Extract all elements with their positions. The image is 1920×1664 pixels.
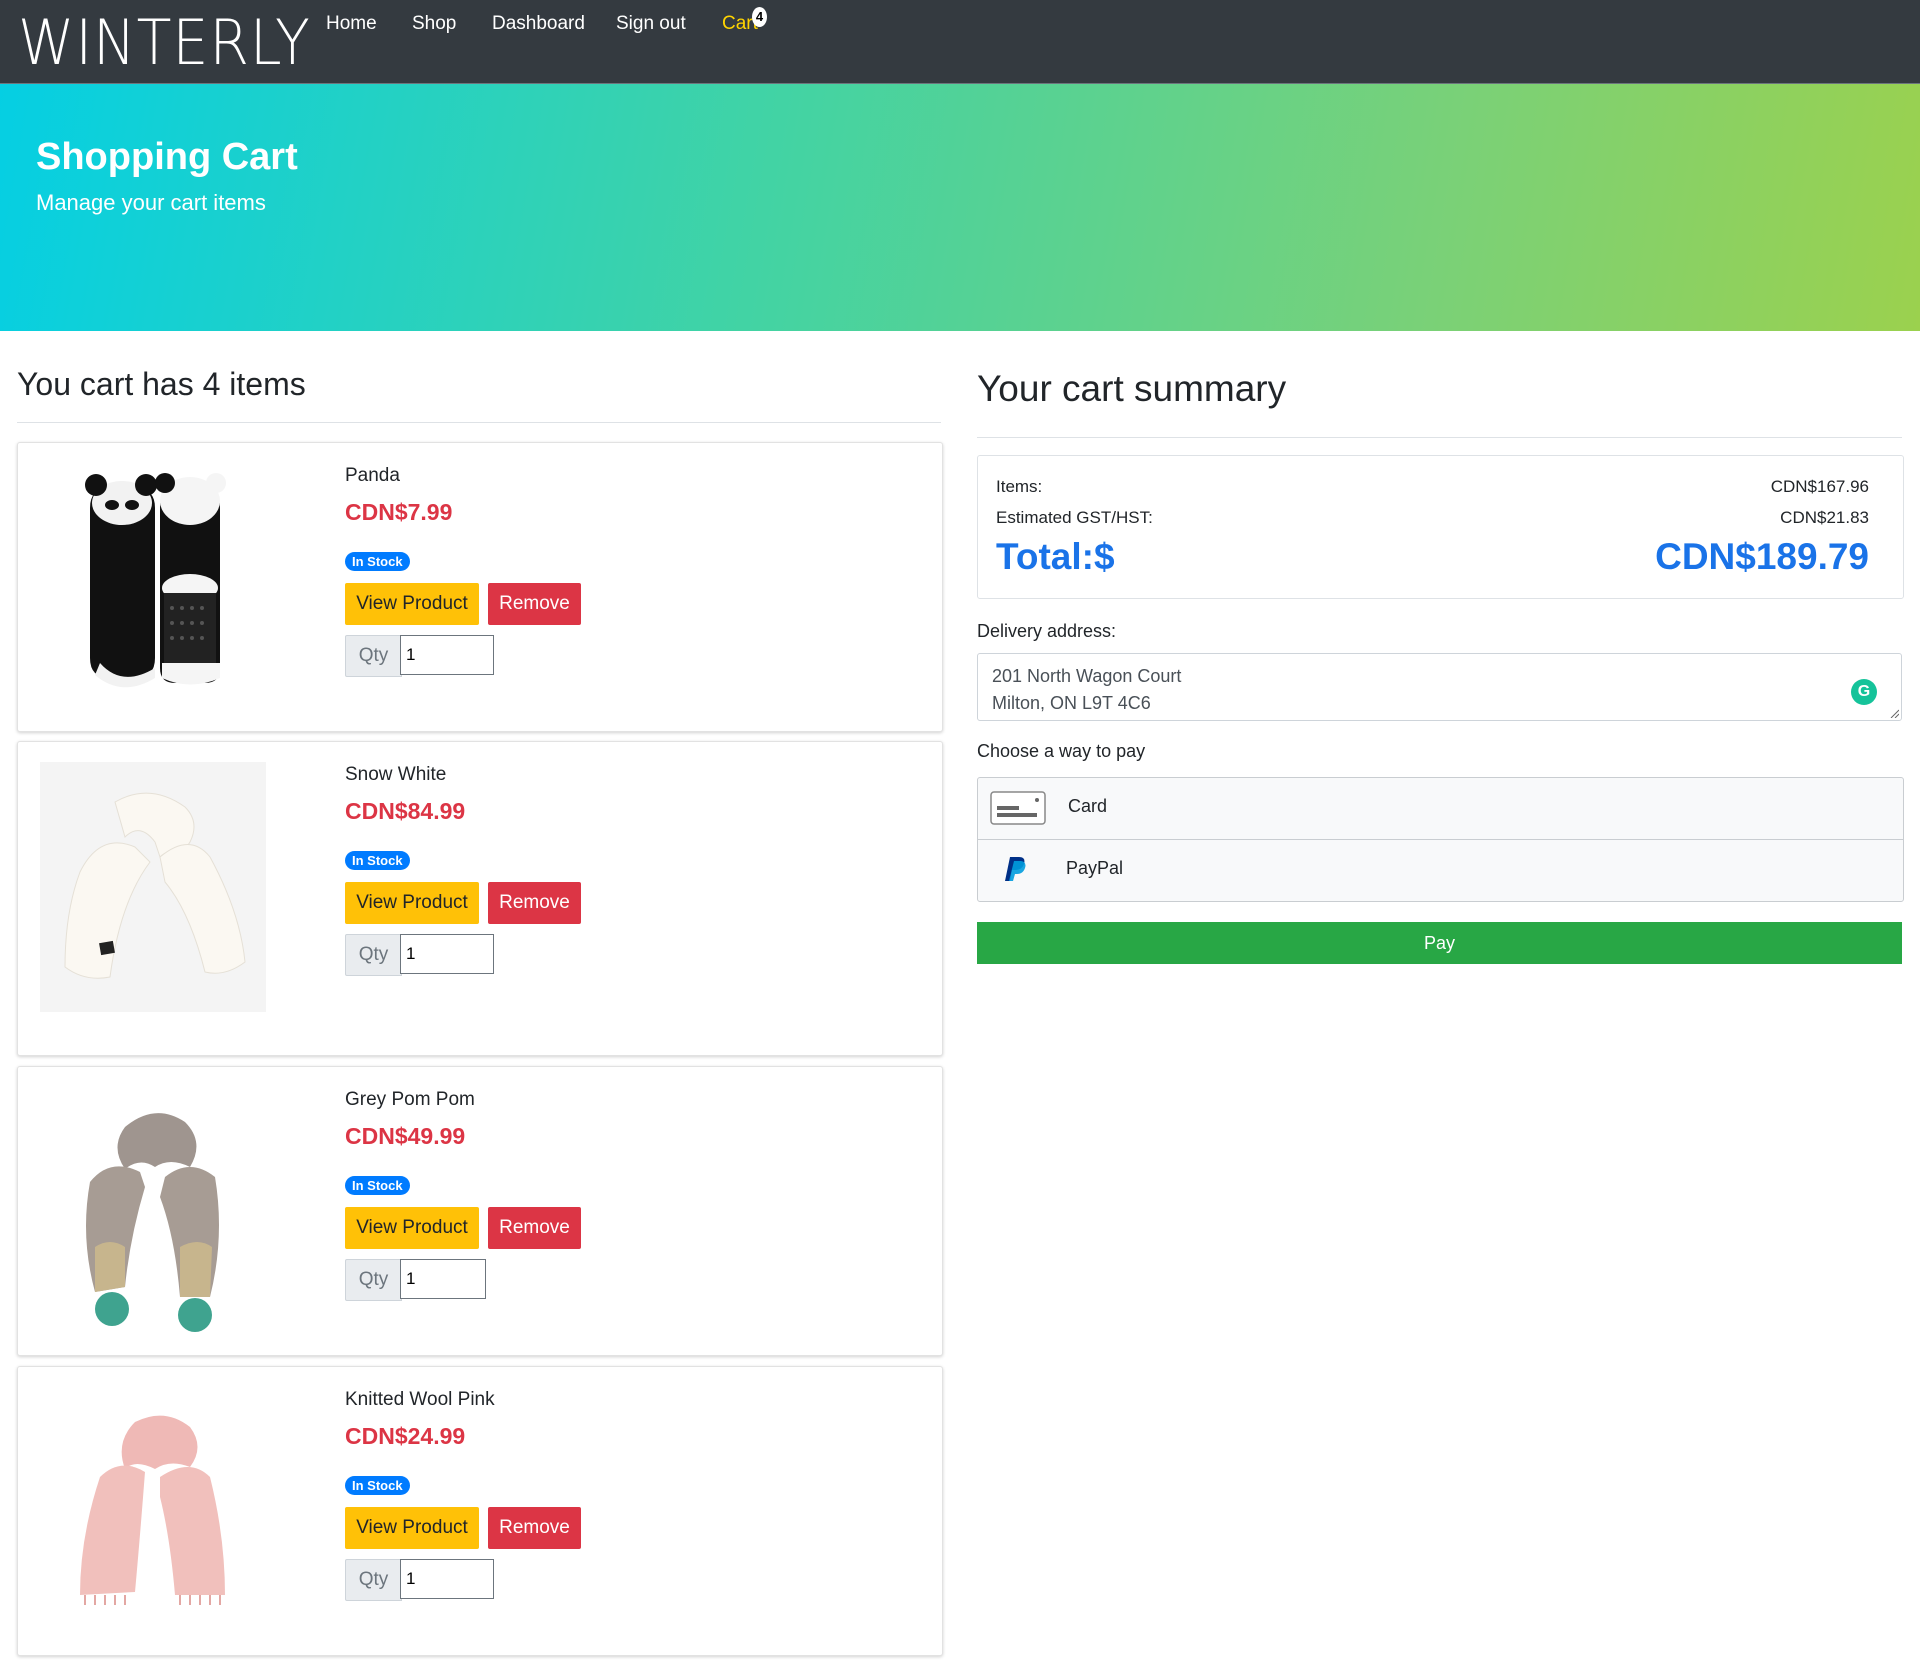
total-label: Total:$	[996, 536, 1115, 577]
page-title: Shopping Cart	[36, 136, 298, 178]
cart-item: Grey Pom Pom CDN$49.99 In Stock View Pro…	[17, 1066, 943, 1356]
product-image-snow-white[interactable]	[40, 762, 266, 1012]
nav-link-shop[interactable]: Shop	[412, 13, 456, 35]
delivery-address-label: Delivery address:	[977, 621, 1117, 641]
total-value: CDN$189.79	[1655, 536, 1869, 577]
page-subtitle: Manage your cart items	[36, 190, 266, 215]
resize-grip-icon[interactable]	[1889, 708, 1899, 718]
qty-input[interactable]	[400, 1259, 486, 1299]
product-image-panda[interactable]	[40, 463, 266, 713]
view-product-button[interactable]: View Product	[345, 1207, 479, 1249]
cart-item: Panda CDN$7.99 In Stock View Product Rem…	[17, 442, 943, 732]
cart-heading: You cart has 4 items	[17, 366, 306, 402]
nav-link-sign-out[interactable]: Sign out	[616, 13, 686, 35]
credit-card-icon	[990, 791, 1046, 825]
payment-options: Card PayPal	[977, 777, 1904, 902]
remove-button[interactable]: Remove	[488, 882, 581, 924]
qty-label: Qty	[345, 934, 402, 976]
pay-button[interactable]: Pay	[977, 922, 1902, 964]
view-product-button[interactable]: View Product	[345, 583, 479, 625]
qty-input[interactable]	[400, 635, 494, 675]
paypal-icon	[1005, 857, 1026, 881]
brand-logo[interactable]: WINTERLY	[18, 6, 311, 79]
qty-label: Qty	[345, 1559, 402, 1601]
qty-input[interactable]	[400, 1559, 494, 1599]
item-price: CDN$24.99	[345, 1423, 466, 1449]
in-stock-badge: In Stock	[345, 851, 410, 870]
qty-input[interactable]	[400, 934, 494, 974]
remove-button[interactable]: Remove	[488, 583, 581, 625]
pay-option-card-label: Card	[1068, 796, 1108, 816]
item-name: Panda	[345, 465, 400, 486]
item-price: CDN$49.99	[345, 1123, 466, 1149]
view-product-button[interactable]: View Product	[345, 1507, 479, 1549]
cart-item: Snow White CDN$84.99 In Stock View Produ…	[17, 741, 943, 1056]
nav-link-dashboard[interactable]: Dashboard	[492, 13, 585, 35]
in-stock-badge: In Stock	[345, 1176, 410, 1195]
item-name: Snow White	[345, 764, 447, 785]
hero-banner: Shopping Cart Manage your cart items	[0, 84, 1920, 331]
qty-label: Qty	[345, 635, 402, 677]
item-name: Knitted Wool Pink	[345, 1389, 495, 1410]
items-value: CDN$167.96	[1770, 477, 1869, 496]
summary-card: Items: CDN$167.96 Estimated GST/HST: CDN…	[977, 455, 1904, 599]
nav-link-home[interactable]: Home	[326, 13, 377, 35]
summary-heading: Your cart summary	[977, 368, 1287, 409]
divider	[17, 422, 941, 423]
product-image-grey-pom-pom[interactable]	[40, 1087, 266, 1337]
product-image-knitted-wool-pink[interactable]	[40, 1387, 266, 1637]
item-price: CDN$7.99	[345, 499, 453, 525]
items-label: Items:	[996, 477, 1043, 496]
grammarly-icon[interactable]: G	[1851, 679, 1877, 705]
in-stock-badge: In Stock	[345, 552, 410, 571]
view-product-button[interactable]: View Product	[345, 882, 479, 924]
tax-value: CDN$21.83	[1780, 508, 1869, 527]
navbar: WINTERLY Home Shop Dashboard Sign out Ca…	[0, 0, 1920, 84]
pay-option-paypal[interactable]: PayPal	[978, 840, 1903, 901]
remove-button[interactable]: Remove	[488, 1207, 581, 1249]
item-name: Grey Pom Pom	[345, 1089, 475, 1110]
remove-button[interactable]: Remove	[488, 1507, 581, 1549]
address-line-2: Milton, ON L9T 4C6	[992, 693, 1151, 713]
delivery-address-field[interactable]: 201 North Wagon Court Milton, ON L9T 4C6…	[977, 653, 1902, 721]
address-line-1: 201 North Wagon Court	[992, 666, 1182, 686]
pay-option-paypal-label: PayPal	[1066, 858, 1124, 878]
cart-count-badge: 4	[752, 7, 767, 27]
pay-method-label: Choose a way to pay	[977, 741, 1146, 761]
cart-item: Knitted Wool Pink CDN$24.99 In Stock Vie…	[17, 1366, 943, 1656]
divider	[977, 437, 1902, 438]
item-price: CDN$84.99	[345, 798, 466, 824]
in-stock-badge: In Stock	[345, 1476, 410, 1495]
qty-label: Qty	[345, 1259, 402, 1301]
tax-label: Estimated GST/HST:	[996, 508, 1153, 527]
pay-option-card[interactable]: Card	[978, 778, 1903, 840]
